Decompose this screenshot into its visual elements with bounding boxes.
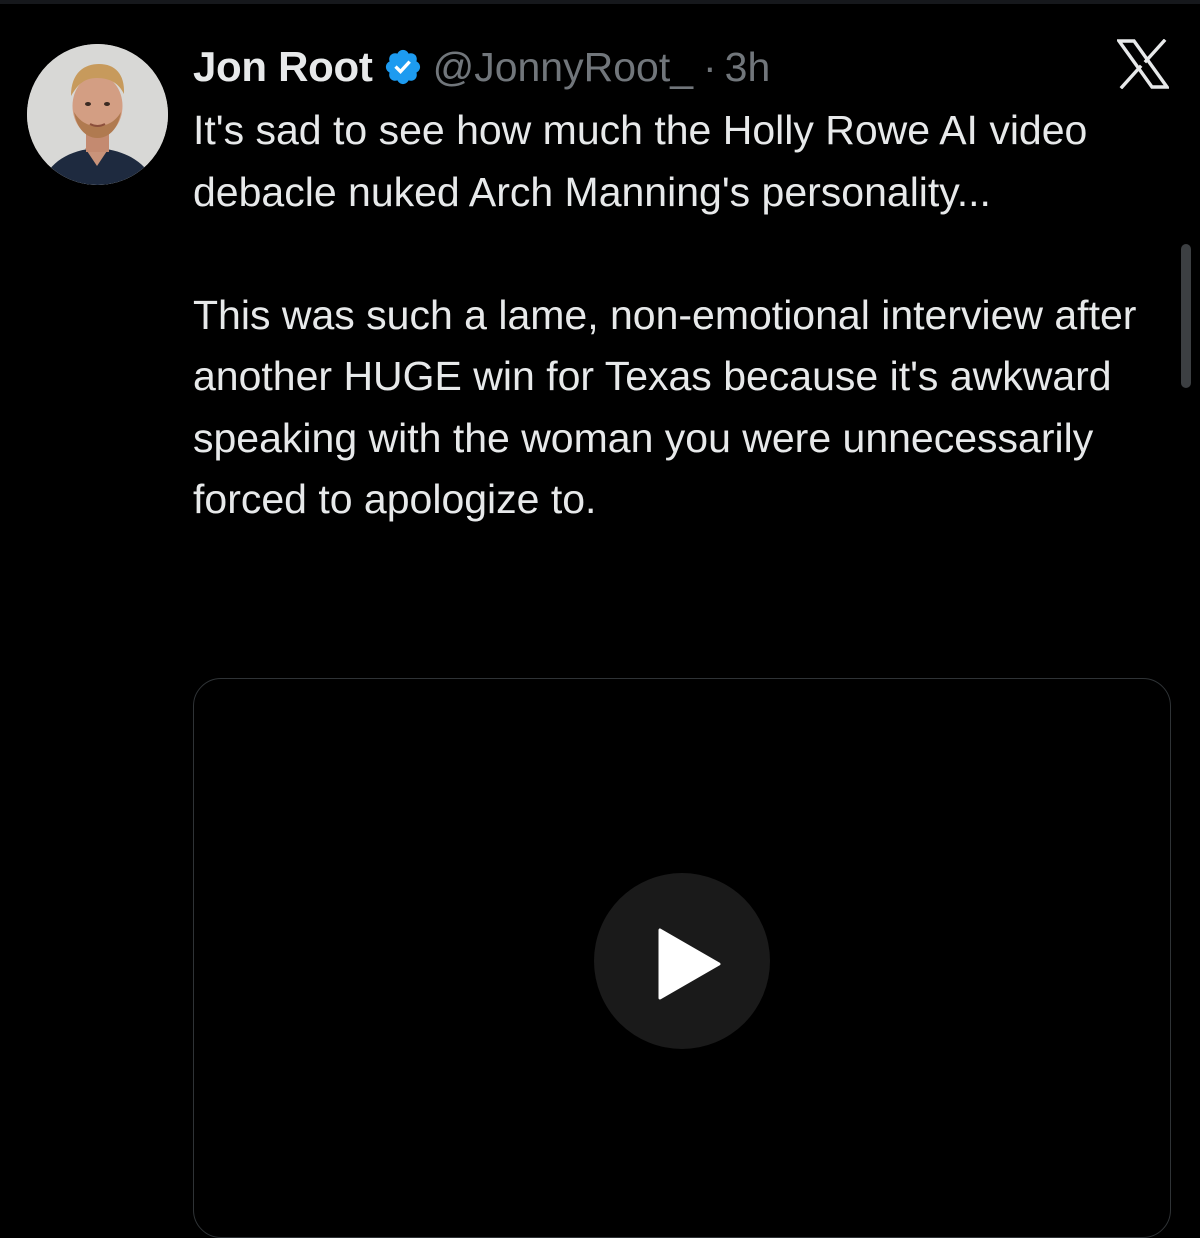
tweet-text: It's sad to see how much the Holly Rowe … bbox=[193, 100, 1153, 531]
tweet-header: Jon Root @JonnyRoot_ · 3h bbox=[193, 40, 770, 94]
avatar-portrait bbox=[27, 44, 168, 185]
top-divider bbox=[0, 0, 1200, 4]
avatar[interactable] bbox=[27, 44, 168, 185]
author-display-name[interactable]: Jon Root bbox=[193, 43, 373, 91]
timestamp[interactable]: 3h bbox=[725, 44, 771, 91]
video-player[interactable] bbox=[193, 678, 1171, 1238]
play-button[interactable] bbox=[594, 873, 770, 1049]
author-handle[interactable]: @JonnyRoot_ bbox=[433, 44, 693, 91]
play-icon bbox=[658, 928, 721, 1000]
tweet-paragraph: This was such a lame, non-emotional inte… bbox=[193, 291, 1137, 523]
scrollbar-thumb[interactable] bbox=[1181, 244, 1191, 388]
x-logo-icon bbox=[1115, 38, 1171, 90]
verified-badge-icon bbox=[383, 47, 423, 87]
separator-dot: · bbox=[703, 43, 717, 90]
tweet-paragraph: It's sad to see how much the Holly Rowe … bbox=[193, 107, 1088, 215]
